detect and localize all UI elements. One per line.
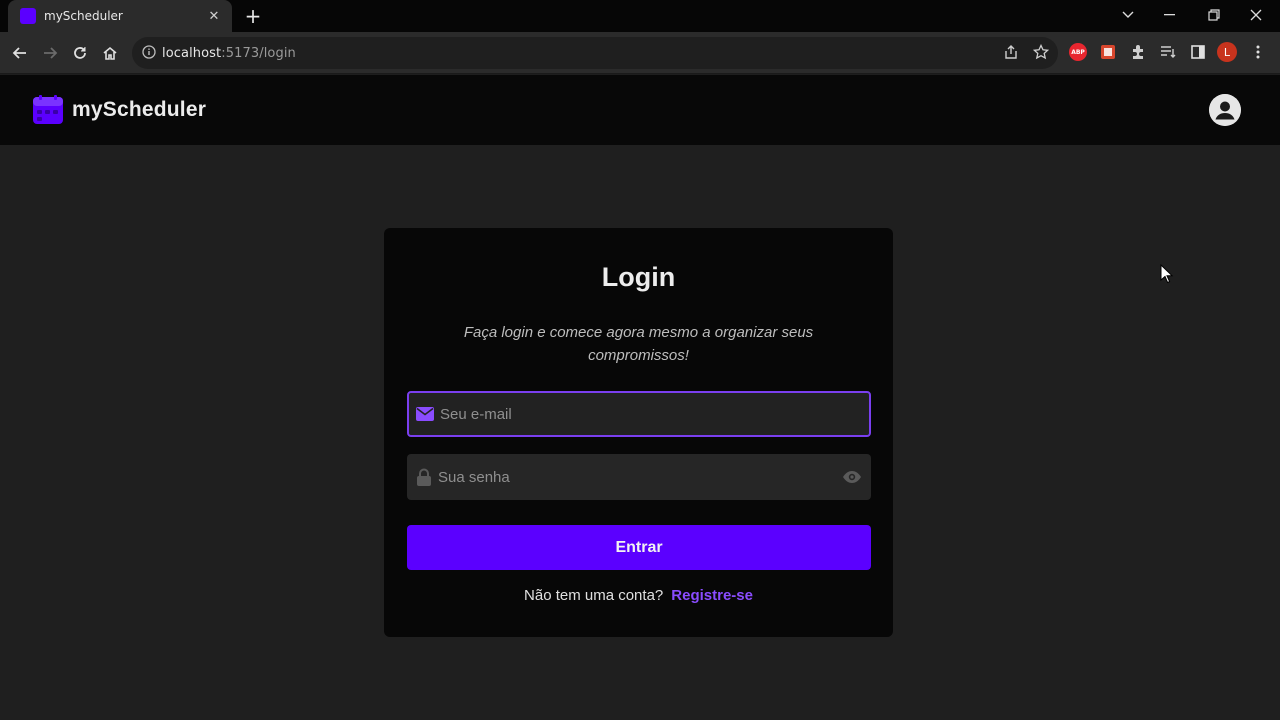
user-menu-button[interactable]	[1209, 94, 1241, 126]
url-path: :5173/login	[221, 45, 296, 61]
show-password-eye-icon[interactable]	[841, 466, 863, 488]
envelope-icon	[416, 407, 434, 421]
calendar-icon	[33, 95, 63, 124]
home-icon[interactable]	[96, 39, 124, 67]
url-host: localhost	[162, 45, 222, 61]
tab-search-icon[interactable]	[1106, 0, 1150, 30]
password-field[interactable]	[407, 454, 871, 500]
profile-avatar[interactable]: L	[1217, 42, 1237, 62]
close-window-icon[interactable]	[1234, 0, 1278, 30]
adblock-label: ABP	[1069, 43, 1087, 61]
adblock-extension-icon[interactable]: ABP	[1068, 42, 1088, 62]
brand-name: myScheduler	[72, 98, 207, 121]
extension-icon[interactable]	[1098, 42, 1118, 62]
brand-logo[interactable]: myScheduler	[32, 94, 206, 126]
browser-tab-bar: myScheduler ✕ +	[0, 0, 1280, 32]
new-tab-button[interactable]: +	[242, 5, 264, 27]
register-link[interactable]: Registre-se	[671, 587, 753, 604]
page-title: Login	[601, 262, 676, 292]
reload-icon[interactable]	[66, 39, 94, 67]
share-icon[interactable]	[1001, 42, 1021, 62]
login-submit-button[interactable]: Entrar	[407, 525, 871, 570]
url-text: localhost:5173/login	[162, 46, 296, 61]
tab-close-icon[interactable]: ✕	[206, 9, 222, 24]
address-bar[interactable]: localhost:5173/login	[132, 37, 1058, 69]
bookmark-star-icon[interactable]	[1031, 42, 1051, 62]
puzzle-icon[interactable]	[1128, 42, 1148, 62]
email-field[interactable]	[407, 391, 871, 437]
forward-icon[interactable]	[36, 39, 64, 67]
menu-kebab-icon[interactable]	[1248, 42, 1268, 62]
minimize-icon[interactable]	[1148, 0, 1192, 30]
app-header: myScheduler	[0, 75, 1280, 145]
password-input[interactable]	[438, 468, 841, 486]
site-info-icon[interactable]	[142, 44, 156, 63]
main-content: Login Faça login e comece agora mesmo a …	[0, 145, 1280, 720]
login-card: Login Faça login e comece agora mesmo a …	[384, 228, 893, 637]
mouse-cursor-icon	[1160, 264, 1174, 284]
lock-icon	[417, 468, 431, 486]
browser-toolbar: localhost:5173/login ABP L	[0, 32, 1280, 74]
no-account-text: Não tem uma conta?	[524, 587, 664, 604]
restore-icon[interactable]	[1192, 0, 1236, 30]
favicon-icon	[20, 8, 36, 24]
profile-initial: L	[1217, 42, 1237, 62]
user-icon	[1209, 94, 1241, 126]
email-input[interactable]	[440, 405, 869, 423]
reading-list-icon[interactable]	[1158, 42, 1178, 62]
browser-tab[interactable]: myScheduler ✕	[8, 0, 232, 32]
register-prompt: Não tem uma conta? Registre-se	[384, 587, 893, 604]
tab-title: myScheduler	[44, 9, 123, 23]
side-panel-icon[interactable]	[1188, 42, 1208, 62]
login-subtitle: Faça login e comece agora mesmo a organi…	[463, 324, 814, 364]
back-icon[interactable]	[6, 39, 34, 67]
